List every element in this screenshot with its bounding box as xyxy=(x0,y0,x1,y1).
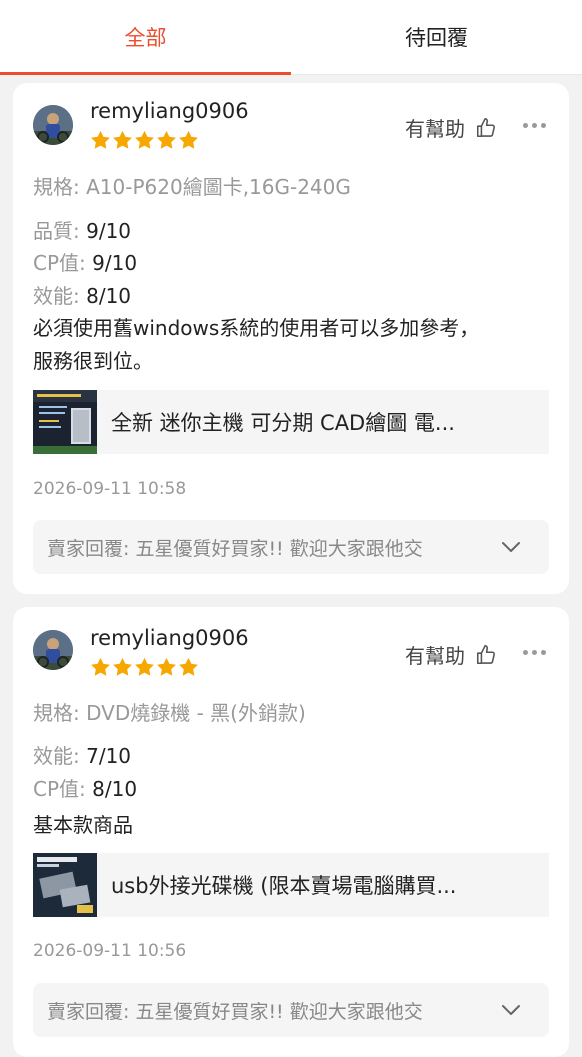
comment-line: 服務很到位。 xyxy=(33,349,153,373)
review-date: 2026-09-11 10:58 xyxy=(33,479,187,499)
seller-reply[interactable]: 賣家回覆: 五星優質好買家!! 歡迎大家跟他交 xyxy=(33,520,549,574)
rating-quality: 品質: 9/10 xyxy=(33,215,131,244)
reviewer-username: remyliang0906 xyxy=(90,99,249,123)
seller-reply-text: 賣家回覆: 五星優質好買家!! 歡迎大家跟他交 xyxy=(47,1000,423,1023)
tab-all[interactable]: 全部 xyxy=(0,0,291,75)
spec-line: 規格: DVD燒錄機 - 黑(外銷款) xyxy=(33,697,306,726)
rating-performance: 效能: 8/10 xyxy=(33,280,131,309)
product-title: 全新 迷你主機 可分期 CAD繪圖 電... xyxy=(111,411,455,435)
review-comment: 必須使用舊windows系統的使用者可以多加參考， 服務很到位。 xyxy=(33,312,549,378)
product-thumbnail xyxy=(33,853,97,917)
rating-performance: 效能: 7/10 xyxy=(33,740,131,769)
star-icon xyxy=(113,130,132,149)
avatar[interactable] xyxy=(33,630,73,670)
review-card: remyliang0906 有幫助 規格: DVD燒錄機 - 黑(外銷款) 效能… xyxy=(13,607,569,1057)
star-rating xyxy=(90,130,199,150)
rating-label: CP值: xyxy=(33,777,86,801)
product-link[interactable]: 全新 迷你主機 可分期 CAD繪圖 電... xyxy=(33,390,549,454)
spec-line: 規格: A10-P620繪圖卡,16G-240G xyxy=(33,171,351,200)
review-card: remyliang0906 有幫助 規格: A10-P620繪圖卡,16G-24… xyxy=(13,83,569,594)
star-icon xyxy=(179,657,198,676)
rating-value: 8/10 xyxy=(86,284,132,308)
more-options-icon[interactable] xyxy=(523,123,546,128)
rating-label: 效能: xyxy=(33,284,80,308)
reviewer-username: remyliang0906 xyxy=(90,626,249,650)
rating-label: CP值: xyxy=(33,251,86,275)
star-icon xyxy=(135,657,154,676)
chevron-down-icon xyxy=(502,542,520,552)
rating-label: 效能: xyxy=(33,744,80,768)
comment-line: 必須使用舊windows系統的使用者可以多加參考， xyxy=(33,316,480,340)
star-icon xyxy=(135,130,154,149)
product-thumbnail xyxy=(33,390,97,454)
rating-value: 8/10 xyxy=(92,777,138,801)
product-title: usb外接光碟機 (限本賣場電腦購買... xyxy=(111,874,457,898)
star-icon xyxy=(157,130,176,149)
helpful-button[interactable]: 有幫助 xyxy=(405,113,497,142)
star-icon xyxy=(157,657,176,676)
spec-label: 規格: xyxy=(33,701,80,725)
spec-label: 規格: xyxy=(33,175,80,199)
rating-cp: CP值: 9/10 xyxy=(33,247,137,276)
avatar[interactable] xyxy=(33,105,73,145)
rating-value: 9/10 xyxy=(86,219,132,243)
review-date: 2026-09-11 10:56 xyxy=(33,941,187,961)
rating-value: 9/10 xyxy=(92,251,138,275)
thumbs-up-icon xyxy=(476,117,495,137)
seller-reply-text: 賣家回覆: 五星優質好買家!! 歡迎大家跟他交 xyxy=(47,537,423,560)
rating-label: 品質: xyxy=(33,219,80,243)
spec-value: DVD燒錄機 - 黑(外銷款) xyxy=(86,701,306,725)
thumbs-up-icon xyxy=(476,644,495,664)
star-icon xyxy=(91,657,110,676)
star-icon xyxy=(91,130,110,149)
seller-reply[interactable]: 賣家回覆: 五星優質好買家!! 歡迎大家跟他交 xyxy=(33,983,549,1037)
comment-line: 基本款商品 xyxy=(33,813,133,837)
more-options-icon[interactable] xyxy=(523,650,546,655)
helpful-label: 有幫助 xyxy=(405,644,465,668)
rating-value: 7/10 xyxy=(86,744,132,768)
review-filter-tabs: 全部 待回覆 xyxy=(0,0,582,75)
chevron-down-icon xyxy=(502,1005,520,1015)
spec-value: A10-P620繪圖卡,16G-240G xyxy=(86,175,351,199)
product-link[interactable]: usb外接光碟機 (限本賣場電腦購買... xyxy=(33,853,549,917)
star-icon xyxy=(179,130,198,149)
star-icon xyxy=(113,657,132,676)
helpful-button[interactable]: 有幫助 xyxy=(405,640,497,669)
review-comment: 基本款商品 xyxy=(33,809,549,842)
tab-pending-reply[interactable]: 待回覆 xyxy=(291,0,582,74)
helpful-label: 有幫助 xyxy=(405,117,465,141)
rating-cp: CP值: 8/10 xyxy=(33,773,137,802)
star-rating xyxy=(90,657,199,677)
